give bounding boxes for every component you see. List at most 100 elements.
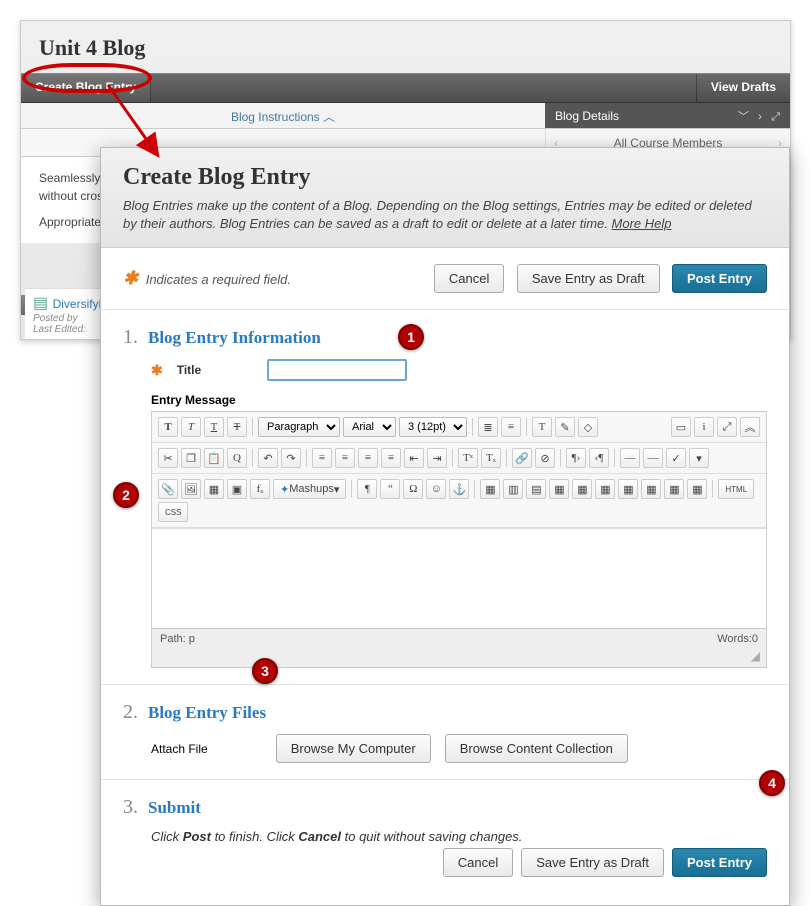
rtl-icon[interactable]: ‹¶	[589, 448, 609, 468]
bold-icon[interactable]: T	[158, 417, 178, 437]
spellcheck-icon[interactable]: ✓	[666, 448, 686, 468]
cancel-button[interactable]: Cancel	[434, 264, 504, 293]
subscript-icon[interactable]: Tₓ	[481, 448, 501, 468]
paste-icon[interactable]: 📋	[204, 448, 224, 468]
table-insert-row-icon[interactable]: ▦	[572, 479, 592, 499]
copy-icon[interactable]: ❐	[181, 448, 201, 468]
step-title: Blog Entry Information	[148, 328, 321, 348]
mashups-button[interactable]: ✦ Mashups ▾	[273, 479, 346, 499]
unlink-icon[interactable]: ⊘	[535, 448, 555, 468]
step-number: 1.	[123, 326, 138, 349]
undo-icon[interactable]: ↶	[258, 448, 278, 468]
nbsp-icon[interactable]: ―	[643, 448, 663, 468]
info-icon[interactable]: i	[694, 417, 714, 437]
outdent-icon[interactable]: ⇤	[404, 448, 424, 468]
blog-details-toggle[interactable]: Blog Details ﹀ › ⤢	[545, 103, 790, 128]
entry-title-link[interactable]: Diversifyi	[53, 297, 102, 311]
align-center-icon[interactable]: ≡	[335, 448, 355, 468]
font-select[interactable]: Arial	[343, 417, 396, 437]
browse-my-computer-button[interactable]: Browse My Computer	[276, 734, 431, 763]
bottom-action-buttons: Cancel Save Entry as Draft Post Entry	[123, 848, 767, 877]
blog-instructions-toggle[interactable]: Blog Instructions ︿	[21, 103, 545, 128]
image-icon[interactable]: 🖼	[181, 479, 201, 499]
more-help-link[interactable]: More Help	[612, 216, 672, 231]
collapse-toolbar-icon[interactable]: ︽	[740, 417, 760, 437]
text-color-icon[interactable]: T	[532, 417, 552, 437]
cancel-button[interactable]: Cancel	[443, 848, 513, 877]
find-icon[interactable]: Q	[227, 448, 247, 468]
strike-icon[interactable]: T	[227, 417, 247, 437]
annotation-badge-2: 2	[113, 482, 139, 508]
html-view-button[interactable]: HTML	[718, 479, 754, 499]
highlight-icon[interactable]: ✎	[555, 417, 575, 437]
step-title: Submit	[148, 798, 201, 818]
symbol-dropdown-icon[interactable]: ▾	[689, 448, 709, 468]
browse-content-collection-button[interactable]: Browse Content Collection	[445, 734, 628, 763]
table-delete-row-icon[interactable]: ▦	[595, 479, 615, 499]
modal-description: Blog Entries make up the content of a Bl…	[123, 197, 767, 233]
align-justify-icon[interactable]: ≡	[381, 448, 401, 468]
show-blocks-icon[interactable]: ¶	[357, 479, 377, 499]
superscript-icon[interactable]: Tˣ	[458, 448, 478, 468]
editor-toolbar-row-1: T T T T Paragraph Arial 3 (12pt) ≣ ≡ T ✎…	[152, 412, 766, 443]
title-input[interactable]	[267, 359, 407, 381]
step-number: 3.	[123, 796, 138, 819]
size-select[interactable]: 3 (12pt)	[399, 417, 467, 437]
ltr-icon[interactable]: ¶›	[566, 448, 586, 468]
table-row-icon[interactable]: ▥	[503, 479, 523, 499]
top-action-buttons: Cancel Save Entry as Draft Post Entry	[426, 264, 767, 293]
bullet-list-icon[interactable]: ≣	[478, 417, 498, 437]
table-cell-icon[interactable]: ▦	[549, 479, 569, 499]
editor-toolbar-row-2: ✂ ❐ 📋 Q ↶ ↷ ≡ ≡ ≡ ≡ ⇤ ⇥ Tˣ Tₓ 🔗 ⊘	[152, 443, 766, 474]
css-view-button[interactable]: CSS	[158, 502, 188, 522]
post-entry-button[interactable]: Post Entry	[672, 848, 767, 877]
align-right-icon[interactable]: ≡	[358, 448, 378, 468]
hr-icon[interactable]: —	[620, 448, 640, 468]
editor-toolbar-row-3: 📎 🖼 ▦ ▣ fₓ ✦ Mashups ▾ ¶ “ Ω ☺ ⚓ ▦ ▥ ▤ ▦	[152, 474, 766, 528]
step-3-section: 3. Submit Click Post to finish. Click Ca…	[101, 780, 789, 905]
link-icon[interactable]: 🔗	[512, 448, 532, 468]
annotation-badge-1: 1	[398, 324, 424, 350]
title-label: Title	[177, 363, 201, 377]
quote-icon[interactable]: “	[380, 479, 400, 499]
table-delete-col-icon[interactable]: ▦	[641, 479, 661, 499]
page-title: Unit 4 Blog	[21, 21, 790, 73]
expand-icon[interactable]: ⤢	[717, 417, 737, 437]
entry-message-label: Entry Message	[151, 393, 767, 407]
number-list-icon[interactable]: ≡	[501, 417, 521, 437]
paragraph-select[interactable]: Paragraph	[258, 417, 340, 437]
media-icon[interactable]: ▦	[204, 479, 224, 499]
table-insert-col-icon[interactable]: ▦	[618, 479, 638, 499]
indent-icon[interactable]: ⇥	[427, 448, 447, 468]
editor-textarea[interactable]	[152, 528, 766, 628]
symbol-icon[interactable]: Ω	[403, 479, 423, 499]
underline-icon[interactable]: T	[204, 417, 224, 437]
resize-handle-icon[interactable]: ◢	[152, 649, 766, 667]
chevron-right-icon: ›	[758, 111, 762, 123]
cut-icon[interactable]: ✂	[158, 448, 178, 468]
redo-icon[interactable]: ↷	[281, 448, 301, 468]
italic-icon[interactable]: T	[181, 417, 201, 437]
rich-text-editor: T T T T Paragraph Arial 3 (12pt) ≣ ≡ T ✎…	[151, 411, 767, 668]
fx-icon[interactable]: fₓ	[250, 479, 270, 499]
save-draft-button[interactable]: Save Entry as Draft	[521, 848, 664, 877]
table-icon[interactable]: ▦	[480, 479, 500, 499]
table-split-icon[interactable]: ▦	[687, 479, 707, 499]
file-icon: ▤	[33, 295, 53, 312]
emoticon-icon[interactable]: ☺	[426, 479, 446, 499]
save-draft-button[interactable]: Save Entry as Draft	[517, 264, 660, 293]
post-entry-button[interactable]: Post Entry	[672, 264, 767, 293]
fullscreen-icon[interactable]: ▭	[671, 417, 691, 437]
attach-icon[interactable]: 📎	[158, 479, 178, 499]
required-star-icon: ✱	[151, 362, 163, 379]
clear-format-icon[interactable]: ◇	[578, 417, 598, 437]
embed-icon[interactable]: ▣	[227, 479, 247, 499]
align-left-icon[interactable]: ≡	[312, 448, 332, 468]
view-drafts-button[interactable]: View Drafts	[696, 74, 790, 102]
table-merge-icon[interactable]: ▦	[664, 479, 684, 499]
annotation-badge-3: 3	[252, 658, 278, 684]
anchor-icon[interactable]: ⚓	[449, 479, 469, 499]
annotation-badge-4: 4	[759, 770, 785, 796]
table-col-icon[interactable]: ▤	[526, 479, 546, 499]
submit-instruction: Click Post to finish. Click Cancel to qu…	[151, 829, 767, 844]
